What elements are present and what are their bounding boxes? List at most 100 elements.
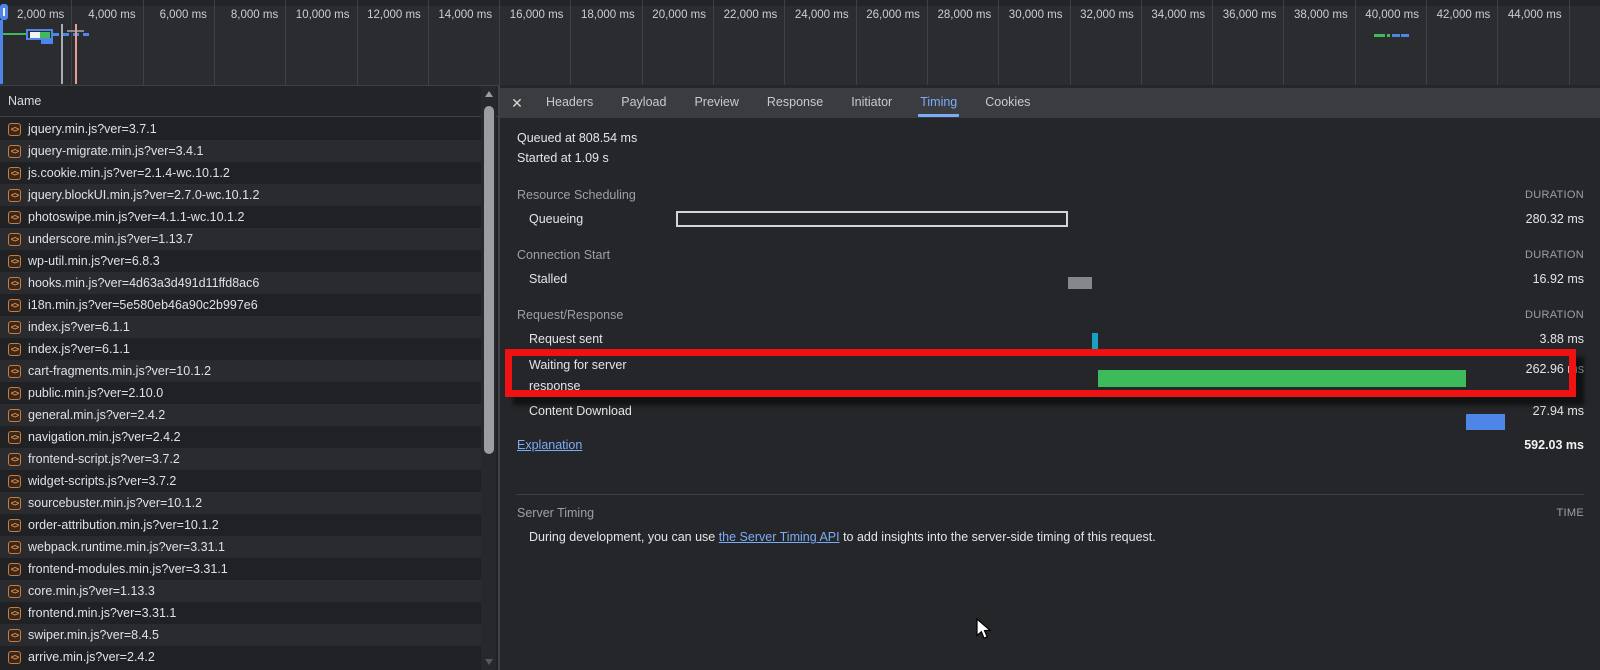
phase-bar-blue — [1466, 414, 1505, 430]
ruler-tick-label: 10,000 ms — [296, 9, 350, 21]
phase-bar-outline — [676, 211, 1068, 227]
request-row[interactable]: <> sourcebuster.min.js?ver=10.1.2 — [0, 492, 481, 514]
request-name: order-attribution.min.js?ver=10.1.2 — [28, 518, 219, 532]
request-row[interactable]: <>cart-fragments.min.js?ver=10.1.2 — [0, 360, 481, 382]
scrollbar-up-icon[interactable] — [481, 87, 496, 102]
request-name: sourcebuster.min.js?ver=10.1.2 — [28, 496, 202, 510]
section-title: Request/Response — [517, 308, 623, 322]
duration-column-header: DURATION — [1525, 249, 1584, 261]
request-row[interactable]: <>frontend.min.js?ver=3.31.1 — [0, 602, 481, 624]
ruler-gridline — [143, 0, 144, 85]
request-row[interactable]: <>public.min.js?ver=2.10.0 — [0, 382, 481, 404]
js-file-icon: <> — [8, 651, 21, 664]
server-timing-title: Server Timing — [517, 506, 594, 520]
tab-headers[interactable]: Headers — [544, 89, 595, 117]
ruler-gridline — [927, 0, 928, 85]
server-timing-api-link[interactable]: the Server Timing API — [719, 530, 840, 544]
ruler-gridline — [713, 0, 714, 85]
js-file-icon: <> — [8, 431, 21, 444]
ruler-gridline — [71, 0, 72, 85]
request-row[interactable]: <>jquery.blockUI.min.js?ver=2.7.0-wc.10.… — [0, 184, 481, 206]
request-row[interactable]: <>jquery.min.js?ver=3.7.1 — [0, 118, 481, 140]
request-name: frontend.min.js?ver=3.31.1 — [28, 606, 176, 620]
request-name: wp-util.min.js?ver=6.8.3 — [28, 254, 160, 268]
name-column-header[interactable]: Name — [0, 86, 498, 117]
minimap-dashed-line — [53, 33, 93, 36]
requests-panel: Name <>jquery.min.js?ver=3.7.1<>jquery-m… — [0, 86, 500, 670]
js-file-icon: <> — [8, 541, 21, 554]
request-row[interactable]: <>core.min.js?ver=1.13.3 — [0, 580, 481, 602]
request-row[interactable]: <>frontend-modules.min.js?ver=3.31.1 — [0, 558, 481, 580]
tab-preview[interactable]: Preview — [692, 89, 740, 117]
section-header: Request/ResponseDURATION — [500, 304, 1600, 326]
server-timing-text-after: to add insights into the server-side tim… — [840, 530, 1156, 544]
server-timing-header: Server Timing TIME — [500, 502, 1600, 524]
request-row[interactable]: <>order-attribution.min.js?ver=10.1.2 — [0, 514, 481, 536]
request-name: frontend-script.js?ver=3.7.2 — [28, 452, 180, 466]
request-row[interactable]: <>index.js?ver=6.1.1 — [0, 338, 481, 360]
tab-payload[interactable]: Payload — [619, 89, 668, 117]
js-file-icon: <> — [8, 497, 21, 510]
tab-response[interactable]: Response — [765, 89, 825, 117]
tab-cookies[interactable]: Cookies — [983, 89, 1032, 117]
request-row[interactable]: <>general.min.js?ver=2.4.2 — [0, 404, 481, 426]
ruler-gridline — [285, 0, 286, 85]
scrollbar-thumb[interactable] — [484, 106, 494, 454]
minimap-selected-green-segment — [40, 32, 50, 38]
close-icon[interactable]: ✕ — [502, 95, 532, 112]
js-file-icon: <> — [8, 123, 21, 136]
request-row[interactable]: <>jquery-migrate.min.js?ver=3.4.1 — [0, 140, 481, 162]
duration-column-header: DURATION — [1525, 189, 1584, 201]
minimap-blue-bar — [41, 40, 53, 44]
request-name: photoswipe.min.js?ver=4.1.1-wc.10.1.2 — [28, 210, 244, 224]
ruler-tick-label: 20,000 ms — [652, 9, 706, 21]
timing-phase-row: Request sent3.88 ms — [500, 326, 1600, 352]
request-row[interactable]: <>navigation.min.js?ver=2.4.2 — [0, 426, 481, 448]
request-row[interactable]: <>js.cookie.min.js?ver=2.1.4-wc.10.1.2 — [0, 162, 481, 184]
timing-phase-row: Content Download27.94 ms — [500, 398, 1600, 424]
js-file-icon: <> — [8, 343, 21, 356]
js-file-icon: <> — [8, 629, 21, 642]
ruler-tick-label: 4,000 ms — [88, 9, 135, 21]
requests-scrollbar[interactable] — [481, 86, 496, 670]
request-row[interactable]: <>photoswipe.min.js?ver=4.1.1-wc.10.1.2 — [0, 206, 481, 228]
request-name: public.min.js?ver=2.10.0 — [28, 386, 163, 400]
total-duration-value: 592.03 ms — [1524, 438, 1584, 452]
request-row[interactable]: <>frontend-script.js?ver=3.7.2 — [0, 448, 481, 470]
request-row[interactable]: <>swiper.min.js?ver=8.4.5 — [0, 624, 481, 646]
dom-content-loaded-event-line — [61, 24, 63, 84]
request-row[interactable]: <>hooks.min.js?ver=4d63a3d491d11ffd8ac6 — [0, 272, 481, 294]
handle-knob-grip — [3, 8, 5, 16]
ruler-tick-label: 16,000 ms — [510, 9, 564, 21]
overview-top-strip — [0, 0, 1600, 6]
js-file-icon: <> — [8, 475, 21, 488]
explanation-link[interactable]: Explanation — [517, 438, 582, 452]
tab-timing[interactable]: Timing — [918, 89, 959, 117]
devtools-network-panel: 2,000 ms4,000 ms6,000 ms8,000 ms10,000 m… — [0, 0, 1600, 670]
js-file-icon: <> — [8, 299, 21, 312]
request-row[interactable]: <>webpack.runtime.min.js?ver=3.31.1 — [0, 536, 481, 558]
section-title: Resource Scheduling — [517, 188, 636, 202]
timing-phase-row: Queueing280.32 ms — [500, 206, 1600, 232]
request-row[interactable]: <>arrive.min.js?ver=2.4.2 — [0, 646, 481, 668]
requests-list: <>jquery.min.js?ver=3.7.1<>jquery-migrat… — [0, 118, 481, 670]
request-row[interactable]: <>widget-scripts.js?ver=3.7.2 — [0, 470, 481, 492]
ruler-gridline — [1497, 0, 1498, 85]
tab-initiator[interactable]: Initiator — [849, 89, 894, 117]
phase-label: Content Download — [529, 404, 641, 418]
section-header: Connection StartDURATION — [500, 244, 1600, 266]
network-overview-timeline[interactable]: 2,000 ms4,000 ms6,000 ms8,000 ms10,000 m… — [0, 0, 1600, 86]
request-name: jquery-migrate.min.js?ver=3.4.1 — [28, 144, 203, 158]
minimap-late-blue-dash-1 — [1392, 34, 1400, 37]
scrollbar-down-icon[interactable] — [481, 654, 496, 669]
request-row[interactable]: <>index.js?ver=6.1.1 — [0, 316, 481, 338]
ruler-tick-label: 18,000 ms — [581, 9, 635, 21]
request-name: i18n.min.js?ver=5e580eb46a90c2b997e6 — [28, 298, 258, 312]
phase-duration-value: 262.96 ms — [1526, 352, 1584, 376]
ruler-tick-label: 2,000 ms — [17, 9, 64, 21]
js-file-icon: <> — [8, 167, 21, 180]
request-row[interactable]: <>underscore.min.js?ver=1.13.7 — [0, 228, 481, 250]
request-row[interactable]: <> i18n.min.js?ver=5e580eb46a90c2b997e6 — [0, 294, 481, 316]
load-event-line — [75, 24, 77, 84]
request-row[interactable]: <>wp-util.min.js?ver=6.8.3 — [0, 250, 481, 272]
